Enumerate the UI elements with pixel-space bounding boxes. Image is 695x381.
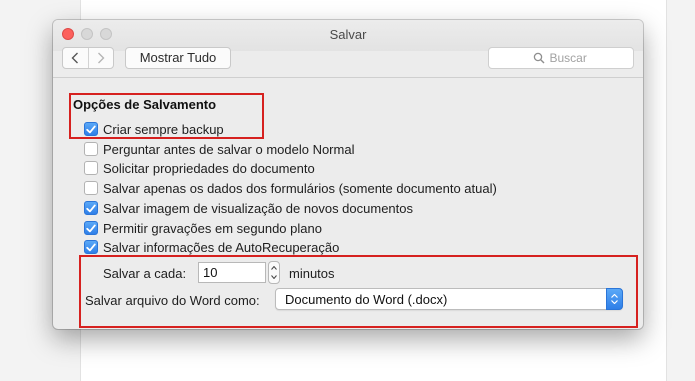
- search-icon: [533, 52, 544, 64]
- option-label: Solicitar propriedades do documento: [103, 160, 315, 176]
- option-checkbox[interactable]: [84, 240, 98, 254]
- option-label: Salvar informações de AutoRecuperação: [103, 239, 340, 255]
- checkmark-icon: [86, 204, 96, 212]
- option-checkbox[interactable]: [84, 201, 98, 215]
- forward-button[interactable]: [87, 48, 114, 68]
- toolbar-divider: [53, 77, 643, 78]
- search-field[interactable]: [488, 47, 634, 69]
- option-checkbox[interactable]: [84, 221, 98, 235]
- highlight-box-backup: [69, 93, 264, 139]
- checkmark-icon: [86, 224, 96, 232]
- navigation-buttons: [62, 47, 114, 69]
- option-label: Perguntar antes de salvar o modelo Norma…: [103, 141, 355, 157]
- option-row[interactable]: Salvar apenas os dados dos formulários (…: [84, 180, 497, 196]
- checkmark-icon: [86, 243, 96, 251]
- option-row[interactable]: Permitir gravações em segundo plano: [84, 220, 322, 236]
- option-row[interactable]: Perguntar antes de salvar o modelo Norma…: [84, 141, 354, 157]
- highlight-box-autosave: [79, 255, 638, 328]
- option-row[interactable]: Salvar informações de AutoRecuperação: [84, 239, 339, 255]
- option-checkbox[interactable]: [84, 161, 98, 175]
- option-checkbox[interactable]: [84, 181, 98, 195]
- option-label: Permitir gravações em segundo plano: [103, 220, 322, 236]
- option-label: Salvar imagem de visualização de novos d…: [103, 200, 414, 216]
- option-row[interactable]: Salvar imagem de visualização de novos d…: [84, 200, 413, 216]
- option-checkbox[interactable]: [84, 142, 98, 156]
- back-button[interactable]: [63, 48, 88, 68]
- option-label: Salvar apenas os dados dos formulários (…: [103, 180, 497, 196]
- chevron-left-icon: [71, 52, 79, 64]
- toolbar: Mostrar Tudo: [53, 39, 643, 76]
- option-row[interactable]: Solicitar propriedades do documento: [84, 160, 315, 176]
- show-all-button[interactable]: Mostrar Tudo: [125, 47, 231, 69]
- search-input[interactable]: [549, 51, 590, 65]
- chevron-right-icon: [97, 52, 105, 64]
